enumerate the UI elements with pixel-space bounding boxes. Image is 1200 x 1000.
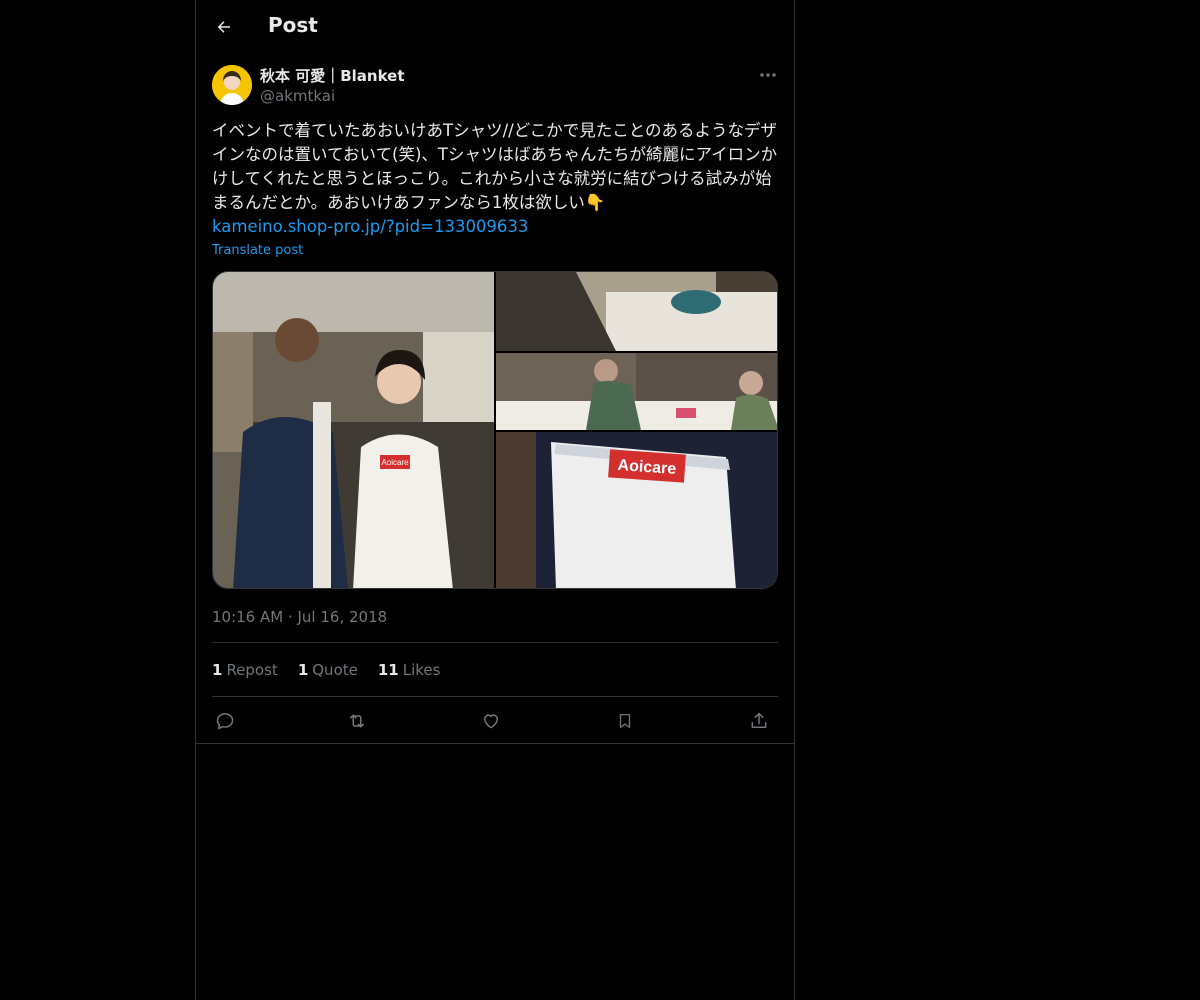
media-photo-4[interactable]: Aoicare	[496, 432, 777, 588]
repost-icon	[346, 711, 368, 731]
post-timestamp[interactable]: 10:16 AM · Jul 16, 2018	[212, 608, 387, 626]
media-photo-3[interactable]	[496, 353, 777, 430]
likes-count: 11	[377, 661, 399, 679]
author-handle[interactable]: @akmtkai	[260, 87, 335, 105]
action-bar	[212, 708, 778, 734]
divider-middle	[212, 696, 778, 697]
repost-button[interactable]	[344, 708, 370, 734]
reposts-label: Repost	[226, 661, 278, 679]
more-horizontal-icon	[760, 72, 776, 78]
bookmark-button[interactable]	[612, 708, 638, 734]
media-grid: Aoicare Aoicare	[212, 271, 778, 589]
quotes-stat[interactable]: 1 Quote	[298, 661, 358, 679]
post-text: イベントで着ていたあおいけあTシャツ//どこかで見たことのあるようなデザインなの…	[212, 121, 778, 212]
page-title: Post	[268, 13, 318, 37]
quotes-label: Quote	[312, 661, 358, 679]
likes-label: Likes	[402, 661, 441, 679]
engagement-stats: 1 Repost 1 Quote 11 Likes	[212, 661, 440, 679]
author-display-name[interactable]: 秋本 可愛｜Blanket	[260, 65, 405, 86]
reply-button[interactable]	[212, 708, 238, 734]
tshirt-logo-text-1: Aoicare	[381, 458, 409, 467]
share-button[interactable]	[746, 708, 772, 734]
heart-icon	[481, 711, 501, 731]
share-icon	[749, 711, 769, 731]
media-photo-1[interactable]: Aoicare	[213, 272, 494, 588]
back-button[interactable]	[208, 11, 240, 43]
like-button[interactable]	[478, 708, 504, 734]
avatar[interactable]	[212, 65, 252, 105]
top-bar: Post	[196, 0, 794, 54]
quotes-count: 1	[297, 661, 309, 679]
post-column: Post 秋本 可愛｜Blanket @akmtkai イベントで着ていたあおい…	[195, 0, 795, 1000]
reply-icon	[215, 711, 235, 731]
post-link[interactable]: kameino.shop-pro.jp/?pid=133009633	[212, 215, 528, 239]
more-options-button[interactable]	[752, 64, 784, 86]
likes-stat[interactable]: 11 Likes	[378, 661, 441, 679]
reposts-count: 1	[212, 661, 223, 679]
arrow-left-icon	[215, 18, 233, 36]
divider-top	[212, 642, 778, 643]
reposts-stat[interactable]: 1 Repost	[212, 661, 278, 679]
translate-post-link[interactable]: Translate post	[212, 243, 303, 258]
bookmark-icon	[616, 711, 634, 731]
media-photo-2[interactable]	[496, 272, 777, 351]
divider-bottom	[196, 743, 794, 744]
